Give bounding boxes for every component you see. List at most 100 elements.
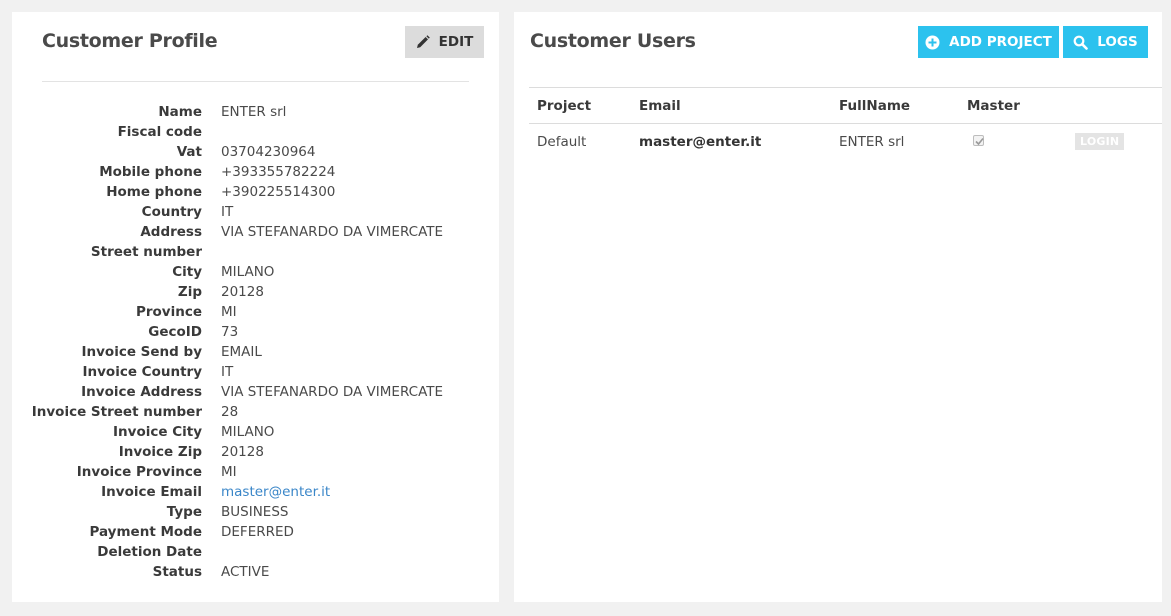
field-value: MILANO <box>221 424 275 440</box>
field-label: Vat <box>176 144 202 160</box>
field-row-invoice-send-by: Invoice Send by EMAIL <box>12 342 499 362</box>
profile-details: Name ENTER srl Fiscal code Vat 03704230964 Mo… <box>12 102 499 582</box>
field-value: MILANO <box>221 264 275 280</box>
field-label: Invoice Address <box>81 384 202 400</box>
field-row-invoice-zip: Invoice Zip 20128 <box>12 442 499 462</box>
field-label: City <box>172 264 202 280</box>
column-header-project: Project <box>529 87 631 124</box>
field-value: IT <box>221 204 234 220</box>
field-label: Invoice Country <box>82 364 202 380</box>
divider <box>42 81 469 82</box>
cell-project: Default <box>537 133 587 150</box>
customer-users-panel: Customer Users ADD PROJECT LOGS Project … <box>514 12 1162 602</box>
field-label: Deletion Date <box>97 544 202 560</box>
field-row-name: Name ENTER srl <box>12 102 499 122</box>
edit-button[interactable]: EDIT <box>405 26 484 58</box>
field-value: +393355782224 <box>221 164 336 180</box>
table-row: Default master@enter.it ENTER srl LOGIN <box>529 124 1162 160</box>
search-icon <box>1073 35 1089 50</box>
field-label: Invoice Send by <box>81 344 202 360</box>
table-header-row: Project Email FullName Master <box>529 87 1162 124</box>
customer-profile-panel: Customer Profile EDIT Name ENTER srl Fisca… <box>12 12 499 602</box>
field-label: Country <box>141 204 202 220</box>
field-row-mobile-phone: Mobile phone +393355782224 <box>12 162 499 182</box>
column-header-action <box>1059 87 1162 124</box>
field-label: Invoice City <box>113 424 202 440</box>
field-value: 20128 <box>221 284 264 300</box>
field-row-type: Type BUSINESS <box>12 502 499 522</box>
column-header-email: Email <box>631 87 831 124</box>
field-row-street-number: Street number <box>12 242 499 262</box>
field-row-status: Status ACTIVE <box>12 562 499 582</box>
field-row-province: Province MI <box>12 302 499 322</box>
field-value: 20128 <box>221 444 264 460</box>
login-button[interactable]: LOGIN <box>1075 133 1125 151</box>
field-value: DEFERRED <box>221 524 294 540</box>
field-value: IT <box>221 364 234 380</box>
cell-email: master@enter.it <box>639 133 762 150</box>
field-row-invoice-email: Invoice Email master@enter.it <box>12 482 499 502</box>
cell-action: LOGIN <box>1059 124 1162 160</box>
field-label: Type <box>166 504 202 520</box>
field-label: Invoice Street number <box>31 404 202 420</box>
field-row-invoice-province: Invoice Province MI <box>12 462 499 482</box>
panel-title: Customer Profile <box>42 30 218 52</box>
field-label: Address <box>140 224 202 240</box>
field-row-address: Address VIA STEFANARDO DA VIMERCATE <box>12 222 499 242</box>
field-label: Payment Mode <box>89 524 202 540</box>
plus-circle-icon <box>925 35 940 49</box>
field-value: VIA STEFANARDO DA VIMERCATE <box>221 384 444 400</box>
edit-button-label: EDIT <box>438 34 474 50</box>
field-label: Zip <box>177 284 202 300</box>
field-value: ACTIVE <box>221 564 270 580</box>
column-header-master: Master <box>959 87 1059 124</box>
users-table: Project Email FullName Master Default ma… <box>529 87 1162 160</box>
master-checkbox[interactable] <box>973 134 984 146</box>
logs-label: LOGS <box>1097 34 1138 50</box>
field-label: Invoice Zip <box>118 444 202 460</box>
field-label: GecoID <box>148 324 202 340</box>
field-row-vat: Vat 03704230964 <box>12 142 499 162</box>
field-row-country: Country IT <box>12 202 499 222</box>
field-value: 73 <box>221 324 239 340</box>
checkbox-checked-icon <box>975 137 984 145</box>
add-project-label: ADD PROJECT <box>949 34 1052 50</box>
field-label: Name <box>158 104 202 120</box>
invoice-email-link[interactable]: master@enter.it <box>221 482 330 502</box>
field-value: +390225514300 <box>221 184 336 200</box>
field-label: Invoice Province <box>76 464 202 480</box>
pencil-icon <box>416 35 430 48</box>
cell-master <box>959 124 1059 160</box>
field-row-zip: Zip 20128 <box>12 282 499 302</box>
add-project-button[interactable]: ADD PROJECT <box>918 26 1059 58</box>
field-label: Fiscal code <box>117 124 202 140</box>
field-row-invoice-address: Invoice Address VIA STEFANARDO DA VIMERCA… <box>12 382 499 402</box>
field-value: MI <box>221 304 237 320</box>
field-value: 03704230964 <box>221 144 316 160</box>
field-row-invoice-country: Invoice Country IT <box>12 362 499 382</box>
field-label: Province <box>135 304 202 320</box>
cell-fullname: ENTER srl <box>839 133 905 150</box>
field-label: Status <box>152 564 202 580</box>
field-value: MI <box>221 464 237 480</box>
field-row-invoice-city: Invoice City MILANO <box>12 422 499 442</box>
field-label: Home phone <box>106 184 202 200</box>
logs-button[interactable]: LOGS <box>1063 26 1148 58</box>
field-row-gecoid: GecoID 73 <box>12 322 499 342</box>
field-row-home-phone: Home phone +390225514300 <box>12 182 499 202</box>
field-row-city: City MILANO <box>12 262 499 282</box>
field-value: 28 <box>221 404 239 420</box>
field-value: ENTER srl <box>221 104 287 120</box>
field-value: VIA STEFANARDO DA VIMERCATE <box>221 224 444 240</box>
field-label: Mobile phone <box>99 164 202 180</box>
column-header-fullname: FullName <box>831 87 959 124</box>
field-row-invoice-street-number: Invoice Street number 28 <box>12 402 499 422</box>
field-row-payment-mode: Payment Mode DEFERRED <box>12 522 499 542</box>
field-row-deletion-date: Deletion Date <box>12 542 499 562</box>
field-label: Street number <box>90 244 202 260</box>
field-value: EMAIL <box>221 344 262 360</box>
field-label: Invoice Email <box>101 484 202 500</box>
field-value: BUSINESS <box>221 504 289 520</box>
field-row-fiscal-code: Fiscal code <box>12 122 499 142</box>
panel-title: Customer Users <box>530 30 696 52</box>
